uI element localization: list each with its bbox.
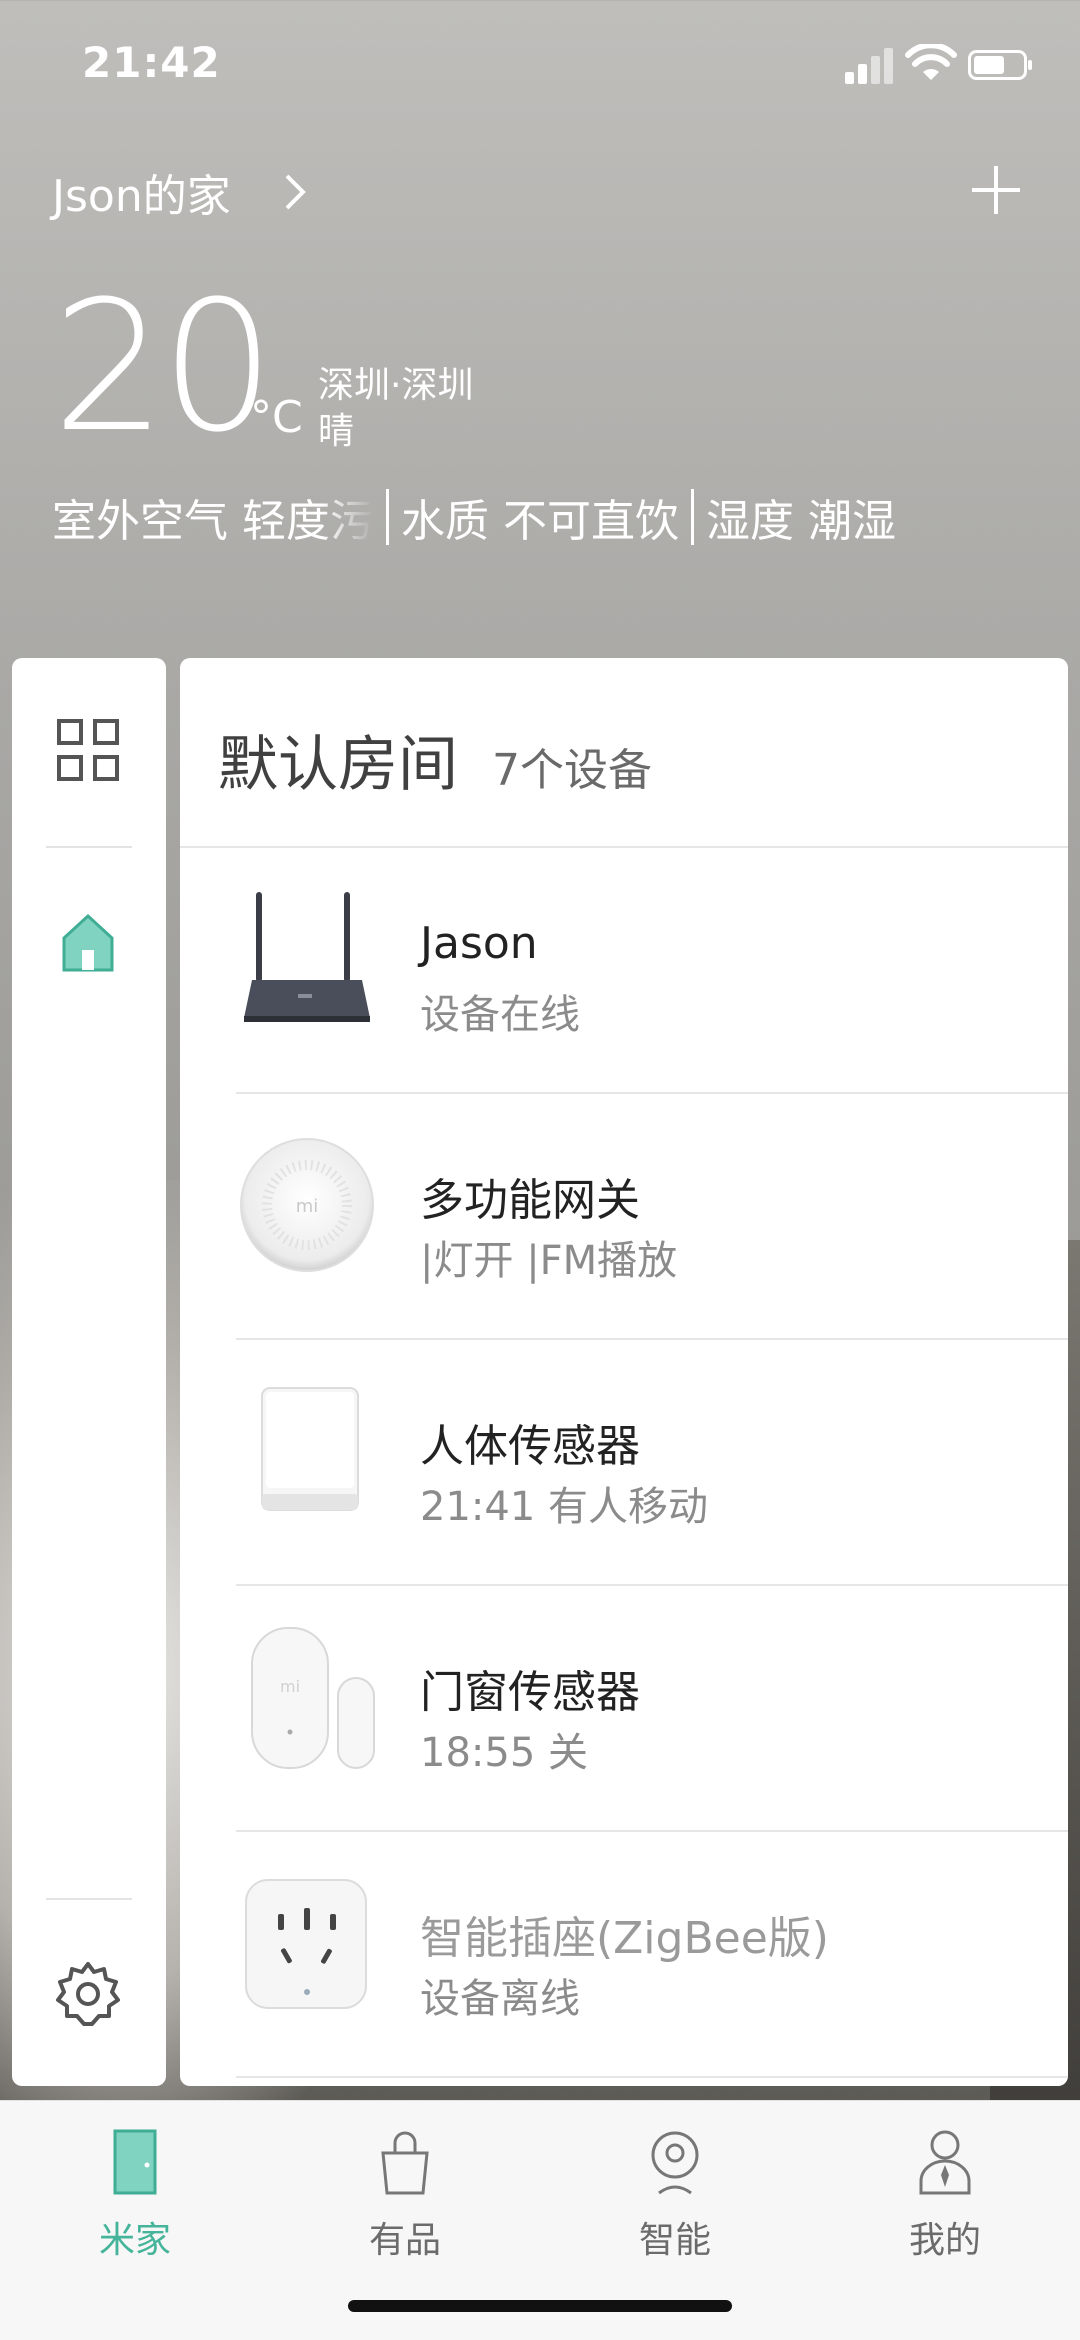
device-item[interactable]: Jason 设备在线 <box>180 848 1068 1094</box>
smart-plug-icon <box>245 1879 367 2009</box>
device-item[interactable]: mi 门窗传感器 18:55 关 <box>180 1586 1068 1832</box>
device-status: 18:55 关 <box>420 1730 588 1776</box>
door-sensor-icon: mi <box>251 1627 375 1769</box>
tab-label: 智能 <box>638 2220 711 2261</box>
device-name: 智能插座(ZigBee版) <box>420 1913 829 1964</box>
device-item[interactable]: mi 多功能网关 |灯开 |FM播放 <box>180 1094 1068 1340</box>
device-item[interactable]: 智能插座(ZigBee版) 设备离线 <box>180 1832 1068 2078</box>
tab-mijia[interactable]: 米家 <box>0 2111 270 2281</box>
device-name: Jason <box>420 918 538 969</box>
home-selector[interactable]: Json的家 <box>52 160 321 224</box>
device-status: 21:41 有人移动 <box>420 1484 708 1530</box>
tab-profile[interactable]: 我的 <box>810 2111 1080 2281</box>
water-value: 不可直饮 <box>503 496 679 547</box>
tab-label: 米家 <box>98 2220 171 2261</box>
humidity-label: 湿度 <box>706 496 794 547</box>
motion-sensor-icon <box>261 1387 359 1511</box>
sidebar-divider <box>46 846 132 848</box>
room-title: 默认房间 <box>218 730 458 800</box>
home-name: Json的家 <box>52 171 231 222</box>
tab-label: 我的 <box>908 2220 981 2261</box>
home-indicator[interactable] <box>348 2300 732 2312</box>
divider <box>236 2076 1068 2078</box>
air-label: 室外空气 <box>52 496 228 547</box>
gateway-icon: mi <box>240 1138 374 1272</box>
tab-youpin[interactable]: 有品 <box>270 2111 540 2281</box>
gear-icon[interactable] <box>54 1960 122 2028</box>
status-time: 21:42 <box>82 38 221 87</box>
camera-icon <box>651 2131 699 2195</box>
router-icon <box>244 892 370 1022</box>
divider <box>386 489 389 545</box>
water-label: 水质 <box>401 496 489 547</box>
battery-icon <box>968 50 1032 80</box>
tab-label: 有品 <box>368 2220 441 2261</box>
air-value: 轻度污 <box>242 496 374 547</box>
temperature-value: 20 <box>52 263 275 472</box>
humidity-value: 潮湿 <box>808 496 896 547</box>
profile-icon <box>919 2130 971 2195</box>
status-bar: 21:42 <box>0 0 1080 130</box>
weather-condition: 晴 <box>318 411 355 452</box>
door-icon <box>113 2129 157 2195</box>
device-name: 多功能网关 <box>420 1175 640 1226</box>
svg-text:mi: mi <box>280 1677 300 1696</box>
grid-icon[interactable] <box>56 718 120 782</box>
weather-location: 深圳·深圳 <box>318 365 474 406</box>
room-header: 默认房间 7个设备 <box>218 716 652 803</box>
device-item[interactable]: 人体传感器 21:41 有人移动 <box>180 1340 1068 1586</box>
wifi-icon <box>905 44 957 80</box>
device-name: 门窗传感器 <box>420 1667 640 1718</box>
device-status: 设备离线 <box>420 1976 580 2022</box>
add-device-button[interactable] <box>966 160 1026 220</box>
device-count: 7个设备 <box>492 745 652 796</box>
sidebar-divider <box>46 1898 132 1900</box>
shopping-bag-icon <box>381 2131 429 2195</box>
device-status: |灯开 |FM播放 <box>420 1238 678 1284</box>
device-status: 设备在线 <box>420 992 580 1038</box>
room-sidebar <box>12 658 166 2086</box>
divider <box>691 489 694 545</box>
device-name: 人体传感器 <box>420 1421 640 1472</box>
cellular-signal-icon <box>845 48 895 84</box>
chevron-right-icon <box>285 174 306 210</box>
home-icon[interactable] <box>58 912 118 974</box>
svg-text:mi: mi <box>296 1196 319 1217</box>
environment-info: 室外空气 轻度污 水质 不可直饮 湿度 潮湿 <box>52 485 896 549</box>
temperature-unit: °C <box>250 392 303 443</box>
room-device-list: 默认房间 7个设备 Jason 设备在线 mi 多功能网关 |灯开 |FM播放 … <box>180 658 1068 2086</box>
tab-smart[interactable]: 智能 <box>540 2111 810 2281</box>
